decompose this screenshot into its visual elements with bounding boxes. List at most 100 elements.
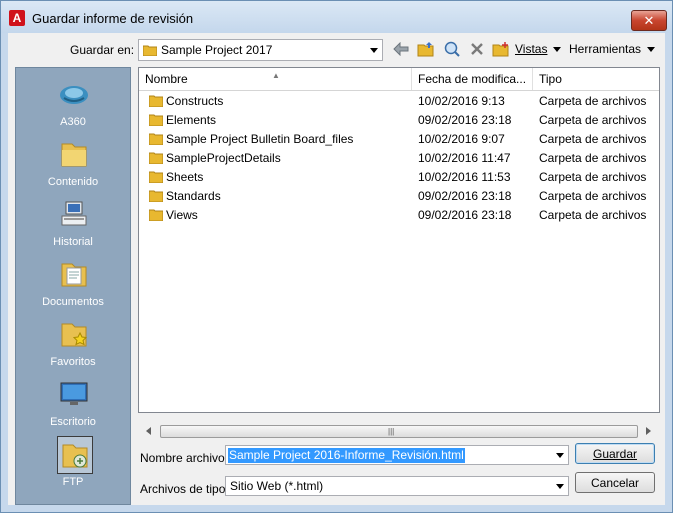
table-row[interactable]: Constructs 10/02/2016 9:13 Carpeta de ar… — [139, 92, 659, 111]
table-row[interactable]: Views 09/02/2016 23:18 Carpeta de archiv… — [139, 206, 659, 225]
file-date: 10/02/2016 9:13 — [418, 94, 505, 108]
autocad-app-icon: A — [9, 10, 25, 26]
dialog-title: Guardar informe de revisión — [32, 11, 194, 26]
column-header-type[interactable]: Tipo — [533, 68, 657, 90]
place-label: Escritorio — [50, 416, 96, 428]
file-type: Carpeta de archivos — [539, 94, 647, 108]
filename-value: Sample Project 2016-Informe_Revisión.htm… — [228, 448, 465, 463]
column-header-date[interactable]: Fecha de modifica... — [412, 68, 533, 90]
table-row[interactable]: Sheets 10/02/2016 11:53 Carpeta de archi… — [139, 168, 659, 187]
folder-icon — [149, 133, 163, 145]
place-label: Documentos — [42, 296, 104, 308]
places-bar: A360 Contenido Historial Documentos Favo… — [15, 67, 131, 505]
filename-field[interactable]: Sample Project 2016-Informe_Revisión.htm… — [225, 445, 569, 465]
file-type: Carpeta de archivos — [539, 132, 647, 146]
save-in-dropdown[interactable]: Sample Project 2017 — [138, 39, 383, 61]
table-row[interactable]: Elements 09/02/2016 23:18 Carpeta de arc… — [139, 111, 659, 130]
filetype-select[interactable]: Sitio Web (*.html) — [225, 476, 569, 496]
save-dialog-window: A Guardar informe de revisión ✕ Guardar … — [0, 0, 673, 513]
file-type: Carpeta de archivos — [539, 151, 647, 165]
folder-icon — [149, 152, 163, 164]
chevron-down-icon[interactable] — [366, 40, 382, 60]
folder-icon — [149, 190, 163, 202]
file-name: Standards — [166, 189, 221, 203]
place-favoritos[interactable]: Favoritos — [16, 314, 130, 372]
file-name: Elements — [166, 113, 217, 127]
place-historial[interactable]: Historial — [16, 194, 130, 252]
place-contenido[interactable]: Contenido — [16, 134, 130, 192]
file-type: Carpeta de archivos — [539, 208, 647, 222]
column-header-name[interactable]: ▲ Nombre — [139, 68, 412, 90]
documents-icon — [61, 263, 87, 287]
scroll-left-icon[interactable] — [146, 427, 151, 435]
folder-icon — [149, 171, 163, 183]
up-folder-icon[interactable] — [416, 39, 436, 59]
place-label: A360 — [60, 116, 86, 128]
save-in-label: Guardar en: — [70, 43, 135, 57]
table-row[interactable]: Sample Project Bulletin Board_files 10/0… — [139, 130, 659, 149]
horizontal-scrollbar[interactable]: ||| — [140, 423, 657, 440]
chevron-down-icon[interactable] — [552, 477, 568, 495]
folder-icon — [143, 45, 157, 56]
file-date: 10/02/2016 11:53 — [418, 170, 511, 184]
file-name: SampleProjectDetails — [166, 151, 281, 165]
favorites-icon — [61, 323, 88, 347]
file-name: Sample Project Bulletin Board_files — [166, 132, 354, 146]
file-date: 09/02/2016 23:18 — [418, 189, 512, 203]
scrollbar-thumb[interactable]: ||| — [160, 425, 638, 438]
save-in-value: Sample Project 2017 — [161, 43, 273, 57]
place-label: FTP — [62, 476, 84, 488]
place-ftp[interactable]: FTP — [16, 434, 130, 492]
chevron-down-icon[interactable] — [552, 446, 568, 464]
file-date: 10/02/2016 11:47 — [418, 151, 511, 165]
history-icon — [61, 201, 87, 226]
column-header-row: ▲ Nombre Fecha de modifica... Tipo — [139, 68, 659, 91]
delete-icon[interactable] — [467, 39, 487, 59]
place-a360[interactable]: A360 — [16, 74, 130, 132]
table-row[interactable]: Standards 09/02/2016 23:18 Carpeta de ar… — [139, 187, 659, 206]
folder-icon — [149, 209, 163, 221]
place-label: Contenido — [47, 176, 99, 188]
dialog-body: Guardar en: Sample Project 2017 Vistas H… — [8, 33, 665, 505]
file-date: 10/02/2016 9:07 — [418, 132, 505, 146]
search-web-icon[interactable] — [442, 39, 462, 59]
views-menu[interactable]: Vistas — [515, 42, 547, 56]
desktop-icon — [60, 382, 88, 405]
save-button[interactable]: Guardar — [575, 443, 655, 464]
place-documentos[interactable]: Documentos — [16, 254, 130, 312]
file-name: Sheets — [166, 170, 204, 184]
views-chevron-down-icon[interactable] — [550, 39, 564, 59]
views-label: Vistas — [515, 42, 548, 56]
file-type: Carpeta de archivos — [539, 113, 647, 127]
folder-icon — [61, 143, 87, 167]
grip-icon: ||| — [388, 427, 395, 436]
filetype-label: Archivos de tipo: — [140, 482, 229, 496]
tools-menu[interactable]: Herramientas — [569, 42, 641, 56]
folder-icon — [149, 95, 163, 107]
tools-label: Herramientas — [569, 42, 642, 56]
sort-ascending-icon: ▲ — [272, 71, 280, 80]
cancel-button[interactable]: Cancelar — [575, 472, 655, 493]
place-label: Favoritos — [50, 356, 96, 368]
filename-label: Nombre archivo: — [140, 451, 229, 465]
file-date: 09/02/2016 23:18 — [418, 113, 512, 127]
file-type: Carpeta de archivos — [539, 189, 647, 203]
folder-icon — [149, 114, 163, 126]
file-list[interactable]: ▲ Nombre Fecha de modifica... Tipo Const… — [138, 67, 660, 440]
file-name: Views — [166, 208, 198, 222]
close-button[interactable]: ✕ — [631, 10, 667, 31]
ftp-icon — [57, 436, 93, 474]
tools-chevron-down-icon[interactable] — [644, 39, 658, 59]
file-date: 09/02/2016 23:18 — [418, 208, 512, 222]
back-icon[interactable] — [391, 39, 411, 59]
filetype-value: Sitio Web (*.html) — [230, 479, 324, 493]
file-name: Constructs — [166, 94, 224, 108]
table-row[interactable]: SampleProjectDetails 10/02/2016 11:47 Ca… — [139, 149, 659, 168]
place-label: Historial — [53, 236, 93, 248]
a360-icon — [60, 86, 88, 104]
new-folder-icon[interactable] — [491, 39, 511, 59]
scroll-right-icon[interactable] — [646, 427, 651, 435]
place-escritorio[interactable]: Escritorio — [16, 374, 130, 432]
title-bar[interactable]: A Guardar informe de revisión ✕ — [1, 1, 672, 33]
file-type: Carpeta de archivos — [539, 170, 647, 184]
